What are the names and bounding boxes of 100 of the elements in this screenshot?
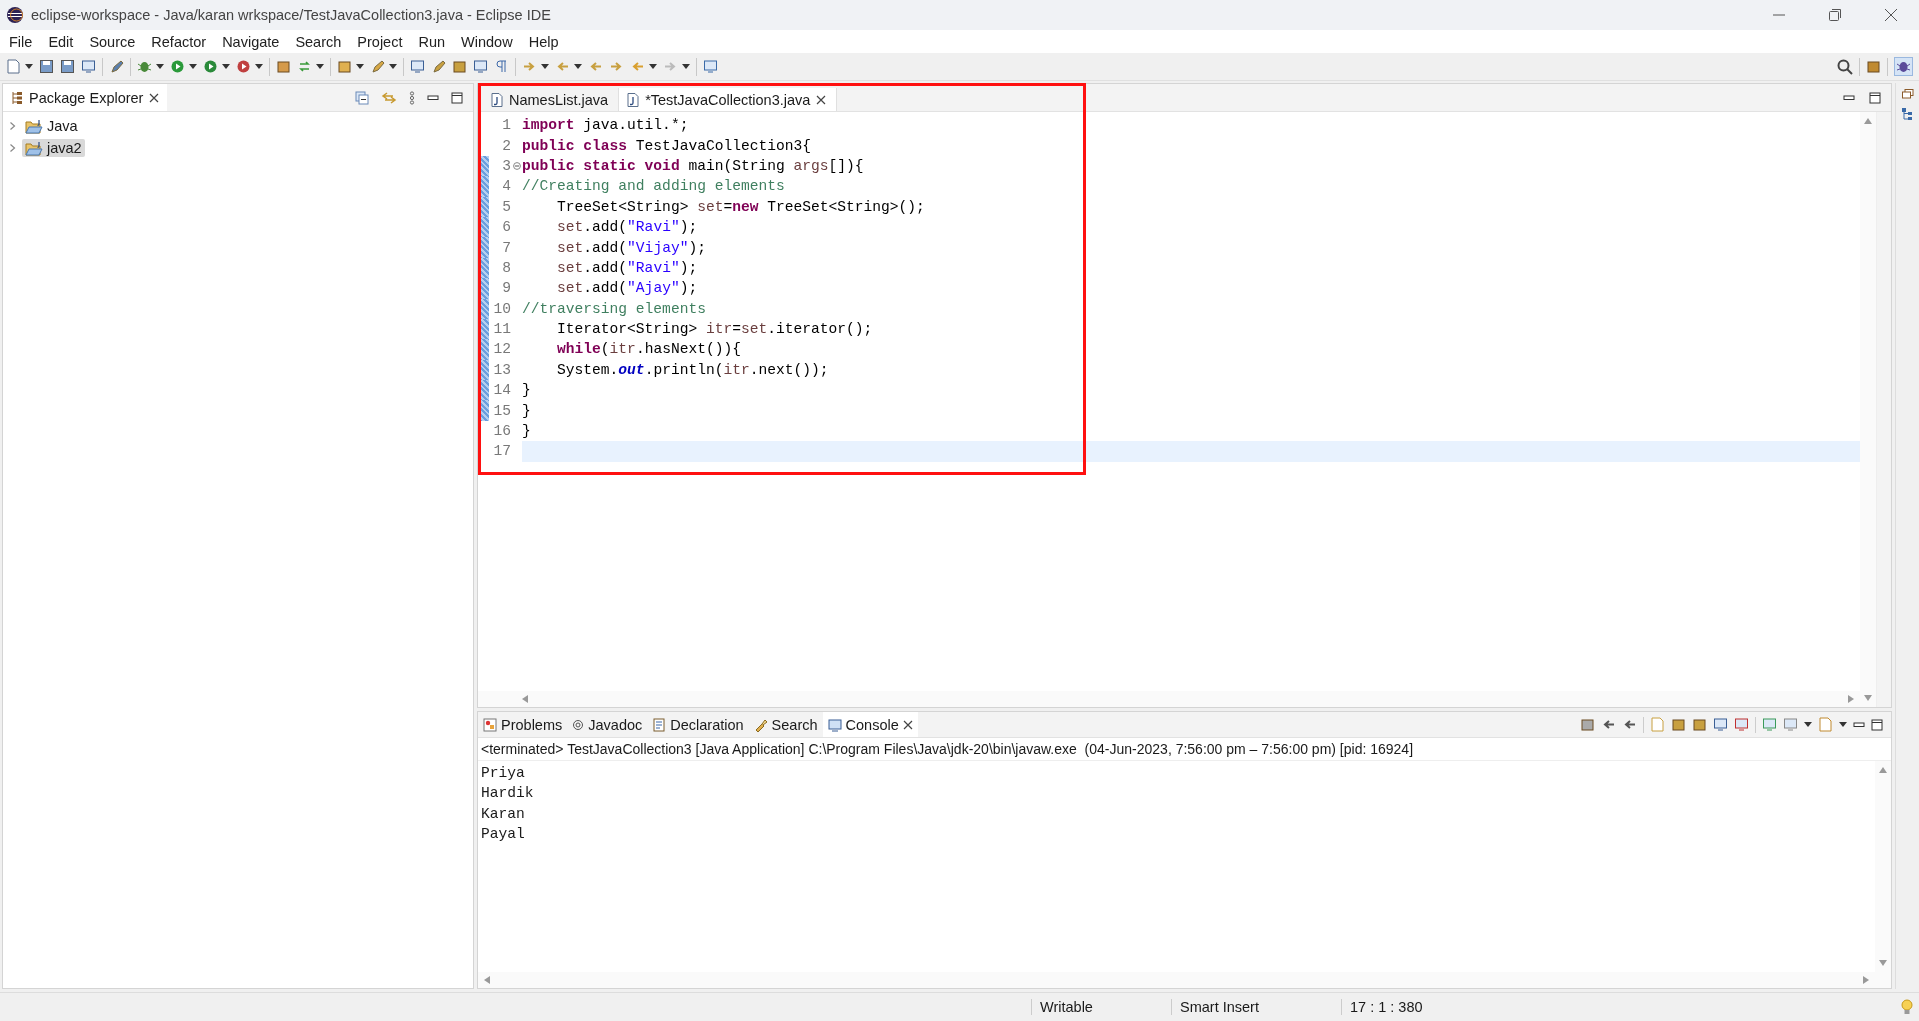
- scroll-right-icon[interactable]: [1863, 976, 1869, 984]
- line-number: 10: [492, 300, 511, 317]
- collapse-all-icon[interactable]: [355, 90, 369, 105]
- scroll-up-icon[interactable]: [1879, 767, 1887, 773]
- window-restore-icon[interactable]: [1829, 9, 1841, 21]
- dropdown-caret-icon[interactable]: [222, 63, 230, 70]
- menu-item[interactable]: Refactor: [143, 33, 215, 50]
- dropdown-caret-icon[interactable]: [574, 63, 582, 70]
- code-line: Iterator<String> itr=set.iterator();: [556, 321, 873, 338]
- menu-item[interactable]: Run: [410, 33, 454, 50]
- scroll-down-icon[interactable]: [1864, 695, 1872, 701]
- dropdown-caret-icon[interactable]: [1804, 721, 1812, 728]
- line-number: 7: [501, 239, 511, 256]
- pen-icon[interactable]: [370, 59, 385, 74]
- dropdown-caret-icon[interactable]: [156, 63, 164, 70]
- search-icon[interactable]: [1837, 58, 1853, 75]
- project-folder-icon: [25, 140, 43, 156]
- code-line: //Creating and adding elements: [522, 178, 785, 195]
- line-number: 14: [492, 382, 511, 399]
- console-output-line: Hardik: [481, 785, 534, 804]
- terminal-icon[interactable]: [81, 59, 96, 74]
- menu-item[interactable]: File: [1, 33, 41, 50]
- code-line: }: [522, 382, 531, 399]
- scroll-up-icon[interactable]: [1864, 118, 1872, 124]
- save-all-icon[interactable]: [60, 59, 75, 74]
- console-output-line: Priya: [481, 765, 525, 783]
- console-output-line: Karan: [481, 805, 525, 824]
- menu-item[interactable]: Navigate: [214, 33, 288, 50]
- scroll-left-icon[interactable]: [484, 976, 490, 984]
- maximize-icon[interactable]: [1871, 718, 1883, 731]
- view-tab[interactable]: Javadoc: [567, 712, 648, 737]
- project-tree-item[interactable]: Java: [22, 117, 81, 135]
- line-number: 1: [501, 117, 511, 134]
- dropdown-caret-icon[interactable]: [25, 63, 33, 70]
- menu-item[interactable]: Search: [287, 33, 350, 50]
- view-tab[interactable]: Search: [748, 712, 823, 737]
- maximize-icon[interactable]: [1869, 92, 1881, 104]
- code-line: }: [522, 423, 531, 440]
- line-number: 2: [501, 137, 511, 154]
- console-output-line: Payal: [481, 826, 525, 845]
- java-file-icon: [491, 92, 503, 107]
- window-close-icon[interactable]: [1885, 9, 1897, 21]
- scroll-down-icon[interactable]: [1879, 960, 1887, 966]
- dropdown-caret-icon[interactable]: [189, 63, 197, 70]
- dropdown-caret-icon[interactable]: [389, 63, 397, 70]
- hierarchy-icon: [11, 90, 23, 105]
- scroll-right-icon[interactable]: [1848, 695, 1854, 703]
- line-number: 5: [501, 198, 511, 215]
- vertical-scrollbar[interactable]: [1860, 112, 1876, 707]
- close-tab-icon[interactable]: [902, 719, 913, 730]
- code-line: set.add("Ajay");: [556, 280, 698, 297]
- run-icon[interactable]: [170, 59, 185, 74]
- view-menu-icon[interactable]: [409, 90, 415, 105]
- bug-icon[interactable]: [137, 59, 152, 74]
- menu-item[interactable]: Source: [81, 33, 144, 50]
- line-number: 15: [492, 402, 511, 419]
- dropdown-caret-icon[interactable]: [649, 63, 657, 70]
- code-line: set.add("Ravi");: [556, 219, 698, 236]
- maximize-icon[interactable]: [451, 91, 463, 104]
- java-file-icon: [627, 92, 640, 107]
- vertical-scrollbar[interactable]: [1875, 761, 1891, 972]
- eclipse-logo-icon: [6, 6, 24, 24]
- dropdown-caret-icon[interactable]: [682, 63, 690, 70]
- save-icon[interactable]: [39, 59, 54, 74]
- menu-item[interactable]: Edit: [40, 33, 82, 50]
- code-line: set.add("Vijay");: [556, 239, 706, 256]
- problems-icon: [483, 717, 497, 732]
- line-number: 16: [492, 423, 511, 440]
- view-tab[interactable]: Declaration: [647, 712, 749, 737]
- dropdown-caret-icon[interactable]: [255, 63, 263, 70]
- dropdown-caret-icon[interactable]: [316, 63, 324, 70]
- line-number: 13: [492, 361, 511, 378]
- dropdown-caret-icon[interactable]: [541, 63, 549, 70]
- status-field: 17 : 1 : 380: [1350, 999, 1423, 1015]
- dropdown-caret-icon[interactable]: [1839, 721, 1847, 728]
- menu-item[interactable]: Window: [453, 33, 521, 50]
- lightbulb-icon[interactable]: [1901, 999, 1913, 1015]
- code-line: //traversing elements: [522, 300, 706, 317]
- close-icon[interactable]: [149, 92, 160, 103]
- window-title: eclipse-workspace - Java/karan wrkspace/TestJavaCollection3.java - Eclipse IDE: [31, 7, 551, 23]
- view-tab[interactable]: Console: [822, 712, 918, 737]
- code-line: public class TestJavaCollection3{: [522, 137, 811, 154]
- horizontal-scrollbar[interactable]: [478, 972, 1891, 988]
- dropdown-caret-icon[interactable]: [356, 63, 364, 70]
- paragraph-icon[interactable]: [494, 59, 509, 74]
- menu-item[interactable]: Help: [520, 33, 567, 50]
- menu-item[interactable]: Project: [349, 33, 411, 50]
- close-tab-icon[interactable]: [816, 94, 827, 105]
- restore-icon[interactable]: [1901, 89, 1914, 99]
- horizontal-scrollbar[interactable]: [478, 691, 1860, 707]
- editor-tab[interactable]: *TestJavaCollection3.java: [619, 88, 838, 111]
- package-icon[interactable]: [276, 59, 291, 74]
- view-tab[interactable]: Problems: [478, 712, 568, 737]
- link-editor-icon[interactable]: [381, 90, 397, 105]
- outline-icon[interactable]: [1900, 107, 1915, 121]
- code-line: TreeSet<String> set=new TreeSet<String>();: [556, 198, 925, 215]
- scroll-left-icon[interactable]: [522, 695, 528, 703]
- package-explorer-tab[interactable]: Package Explorer: [3, 84, 168, 111]
- fold-toggle-icon[interactable]: [512, 161, 521, 170]
- project-tree-item[interactable]: java2: [22, 139, 85, 157]
